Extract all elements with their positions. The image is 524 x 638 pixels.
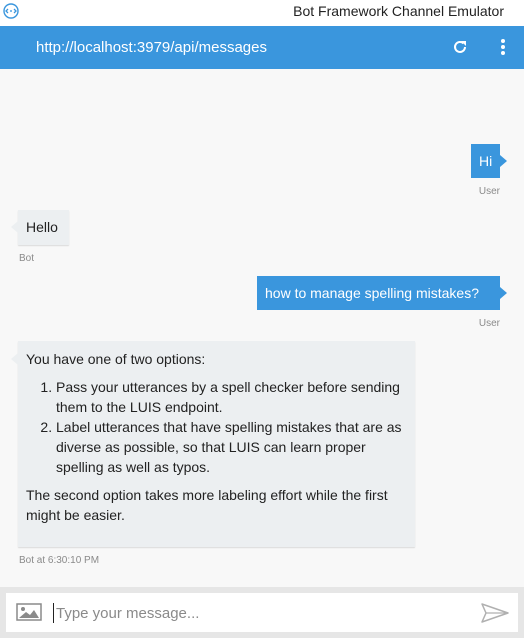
user-message-bubble[interactable]: how to manage spelling mistakes? <box>257 276 500 310</box>
message-text: how to manage spelling mistakes? <box>265 285 480 301</box>
image-upload-icon[interactable] <box>16 602 42 622</box>
chat-history[interactable]: Hi User Hello Bot how to manage spelling… <box>0 69 524 587</box>
message-timestamp: Bot at 6:30:10 PM <box>19 555 100 566</box>
message-text: Hi <box>479 153 493 169</box>
options-list: Pass your utterances by a spell checker … <box>26 377 405 477</box>
message-sender: Bot <box>19 253 35 264</box>
user-message-bubble[interactable]: Hi <box>471 144 500 178</box>
message-sender: User <box>478 318 500 329</box>
message-input[interactable] <box>54 599 468 627</box>
refresh-icon[interactable] <box>452 39 468 55</box>
message-intro: You have one of two options: <box>26 351 206 367</box>
message-text: Hello <box>26 219 58 235</box>
window-title: Bot Framework Channel Emulator <box>293 3 504 19</box>
list-item: Pass your utterances by a spell checker … <box>56 377 405 417</box>
bubble-tail <box>500 155 507 167</box>
bubble-tail <box>500 287 507 299</box>
endpoint-url[interactable]: http://localhost:3979/api/messages <box>36 39 267 56</box>
composer-box <box>6 593 518 632</box>
list-item: Label utterances that have spelling mist… <box>56 417 405 477</box>
bot-message-bubble[interactable]: Hello <box>18 210 69 245</box>
title-bar: Bot Framework Channel Emulator <box>0 0 524 26</box>
message-composer <box>0 587 524 638</box>
bot-message-bubble[interactable]: You have one of two options: Pass your u… <box>18 341 415 547</box>
emulator-logo-icon <box>3 3 19 19</box>
send-icon[interactable] <box>480 602 510 624</box>
address-bar: http://localhost:3979/api/messages <box>0 26 524 69</box>
message-outro: The second option takes more labeling ef… <box>26 487 388 523</box>
bubble-tail <box>11 221 18 233</box>
bubble-tail <box>11 353 18 365</box>
more-options-icon[interactable] <box>497 38 509 56</box>
emulator-window: Bot Framework Channel Emulator http://lo… <box>0 0 524 638</box>
message-sender: User <box>478 186 500 197</box>
